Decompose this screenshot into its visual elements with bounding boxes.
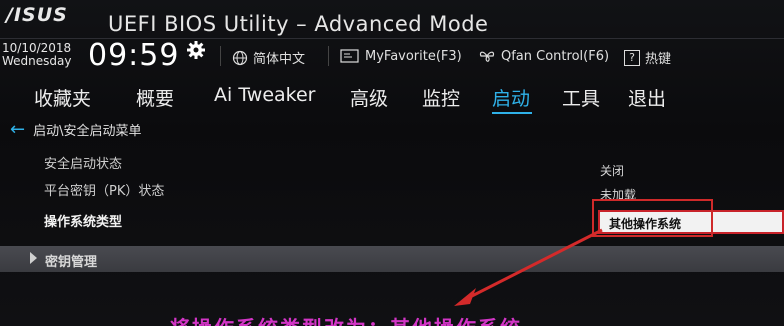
tab-tool[interactable]: 工具 (562, 84, 600, 111)
weekday-text: Wednesday (2, 54, 72, 68)
tab-advanced[interactable]: 高级 (350, 84, 388, 111)
language-button[interactable]: 简体中文 (232, 48, 305, 67)
os-type-label: 操作系统类型 (44, 215, 123, 230)
gear-icon[interactable] (186, 40, 206, 60)
submenu-arrow-icon (30, 252, 37, 264)
clock-time: 09:59 (88, 38, 180, 73)
key-management-item[interactable]: 密钥管理 (0, 246, 784, 272)
secure-boot-state-value: 关闭 (600, 164, 625, 178)
bios-screen: /ISUS UEFI BIOS Utility – Advanced Mode … (0, 0, 784, 326)
date-display: 10/10/2018 Wednesday (2, 42, 71, 68)
secure-boot-state-label: 安全启动状态 (44, 157, 123, 172)
annotation-arrow-icon (454, 228, 603, 306)
window-title: UEFI BIOS Utility – Advanced Mode (108, 12, 489, 36)
help-icon: ? (624, 49, 640, 66)
hotkey-button[interactable]: ? 热键 (624, 48, 671, 67)
language-label: 简体中文 (253, 52, 306, 67)
tab-monitor[interactable]: 监控 (422, 84, 460, 111)
breadcrumb: ← 启动\安全启动菜单 (10, 120, 141, 139)
my-favorite-label: MyFavorite(F3) (365, 48, 462, 64)
active-tab-indicator (492, 112, 532, 114)
main-tabs: 收藏夹 概要 Ai Tweaker 高级 监控 启动 工具 退出 (0, 84, 784, 116)
header-separator (220, 46, 221, 66)
tab-favorites[interactable]: 收藏夹 (34, 84, 91, 111)
qfan-control-button[interactable]: Qfan Control(F6) (478, 48, 609, 64)
tab-ai-tweaker[interactable]: Ai Tweaker (214, 84, 315, 106)
hotkey-label: 热键 (645, 52, 672, 67)
key-management-label: 密钥管理 (45, 255, 98, 270)
fan-icon (479, 51, 495, 62)
qfan-control-label: Qfan Control(F6) (501, 48, 610, 64)
brand-logo: /ISUS (6, 4, 68, 26)
header-separator (328, 46, 329, 66)
highlight-box (592, 199, 713, 237)
annotation-text: 将操作系统类型改为：其他操作系统 (170, 312, 522, 326)
tab-exit[interactable]: 退出 (628, 84, 666, 111)
my-favorite-button[interactable]: MyFavorite(F3) (340, 48, 462, 64)
globe-icon (232, 50, 248, 65)
back-arrow-icon[interactable]: ← (10, 120, 25, 138)
platform-key-state-label: 平台密钥（PK）状态 (44, 184, 165, 199)
tab-boot[interactable]: 启动 (492, 84, 530, 111)
breadcrumb-path: 启动\安全启动菜单 (33, 124, 142, 139)
favorite-icon (340, 49, 359, 63)
tab-overview[interactable]: 概要 (136, 84, 174, 111)
